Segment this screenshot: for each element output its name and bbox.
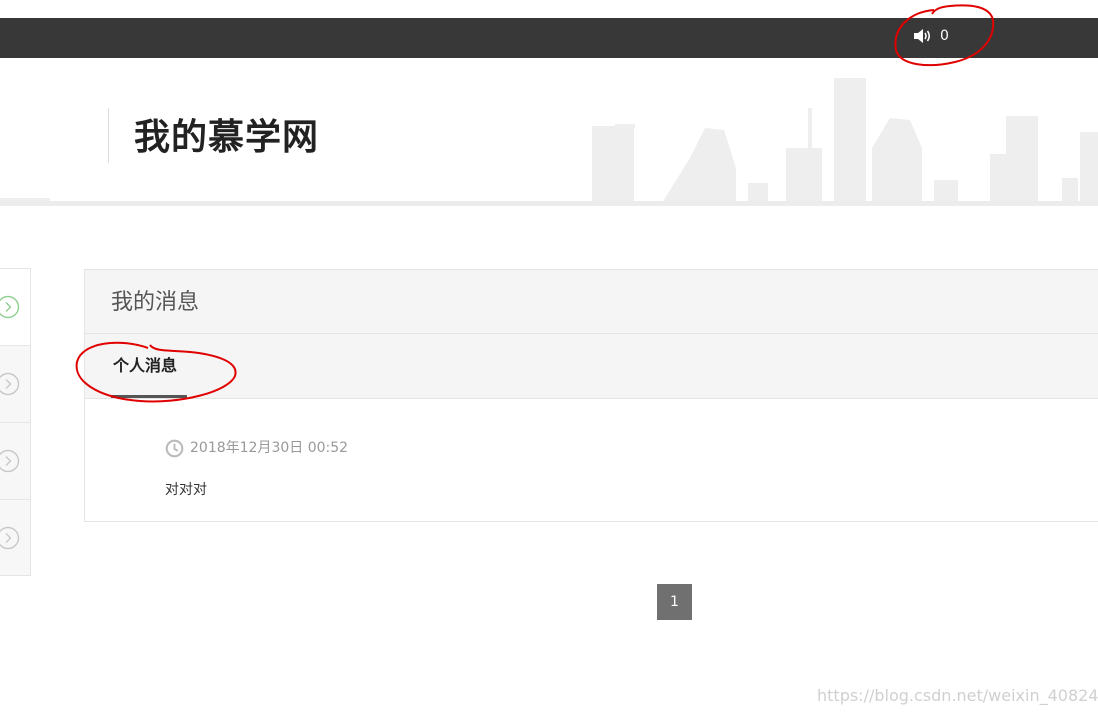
sidebar-item-1[interactable] <box>0 269 30 346</box>
page-title: 我的慕学网 <box>134 117 320 158</box>
top-bar: 0 <box>0 18 1098 58</box>
panel-title: 我的消息 <box>111 290 200 315</box>
sidebar-nav <box>0 268 31 576</box>
active-tab-indicator <box>111 395 187 398</box>
chevron-right-icon <box>0 526 20 550</box>
header-bottom-border <box>0 201 1098 206</box>
chevron-right-icon <box>0 372 20 396</box>
tab-personal-messages[interactable]: 个人消息 <box>111 334 187 398</box>
sidebar-item-4[interactable] <box>0 500 30 576</box>
watermark: https://blog.csdn.net/weixin_40824913 <box>817 686 1098 705</box>
sidebar-item-2[interactable] <box>0 346 30 423</box>
panel-header: 我的消息 <box>85 270 1098 334</box>
tab-label: 个人消息 <box>113 356 178 375</box>
tab-bar: 个人消息 <box>85 334 1098 399</box>
speaker-icon <box>914 29 931 43</box>
header-divider <box>108 108 109 163</box>
message-content: 对对对 <box>165 482 207 498</box>
notification-count: 0 <box>940 28 949 44</box>
notification-button[interactable]: 0 <box>913 27 949 45</box>
messages-panel: 我的消息 个人消息 2018年12月30日 00:52 对对对 <box>84 269 1098 522</box>
chevron-right-icon <box>0 449 20 473</box>
sidebar-item-3[interactable] <box>0 423 30 500</box>
clock-icon <box>165 439 184 457</box>
chevron-right-icon <box>0 295 20 319</box>
page-header: 我的慕学网 <box>0 58 1098 206</box>
message-item: 2018年12月30日 00:52 对对对 <box>165 438 348 498</box>
message-timestamp: 2018年12月30日 00:52 <box>165 438 348 458</box>
message-time-text: 2018年12月30日 00:52 <box>190 440 349 456</box>
pagination-page-1[interactable]: 1 <box>657 584 692 620</box>
